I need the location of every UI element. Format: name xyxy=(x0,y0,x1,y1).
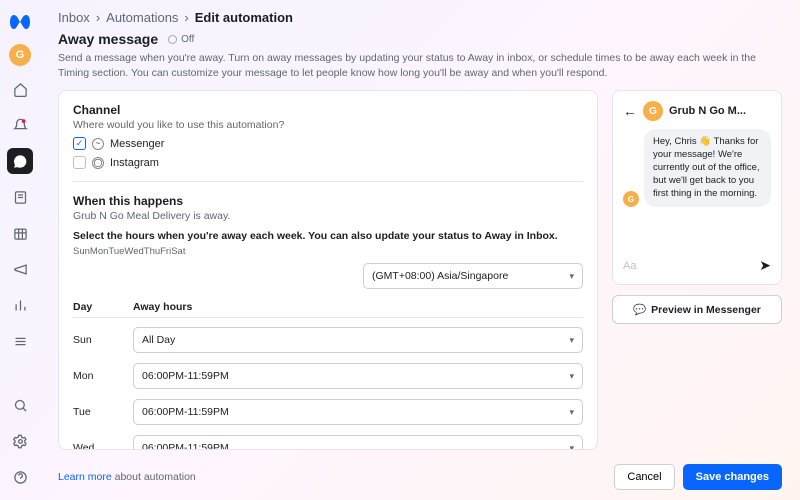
day-cell: Wed xyxy=(73,442,123,450)
preview-business-name: Grub N Go M... xyxy=(669,105,746,117)
message-preview: ← G Grub N Go M... G Hey, Chris 👋 Thanks… xyxy=(612,90,782,285)
col-day: Day xyxy=(73,301,123,313)
preview-avatar: G xyxy=(643,101,663,121)
page-title: Away message xyxy=(58,31,158,47)
cancel-button[interactable]: Cancel xyxy=(614,464,674,490)
weekday-abbrev-row: SunMonTueWedThuFriSat xyxy=(73,246,583,257)
preview-msg-avatar: G xyxy=(623,191,639,207)
learn-more-link[interactable]: Learn more xyxy=(58,471,112,483)
channel-instagram-label: Instagram xyxy=(110,157,159,169)
settings-panel: Channel Where would you like to use this… xyxy=(58,90,598,450)
preview-message-bubble: Hey, Chris 👋 Thanks for your message! We… xyxy=(644,129,771,207)
chevron-right-icon: › xyxy=(184,10,188,25)
day-cell: Sun xyxy=(73,334,123,346)
away-hours-select[interactable]: 06:00PM-11:59PM ▾ xyxy=(133,399,583,425)
chevron-down-icon: ▾ xyxy=(569,443,574,450)
away-hours-select[interactable]: 06:00PM-11:59PM ▾ xyxy=(133,363,583,389)
away-hours-value: 06:00PM-11:59PM xyxy=(142,442,229,450)
away-hours-value: All Day xyxy=(142,334,175,346)
breadcrumb: Inbox › Automations › Edit automation xyxy=(40,0,800,31)
radio-off-icon xyxy=(168,35,177,44)
meta-logo[interactable] xyxy=(8,10,32,34)
channel-messenger-label: Messenger xyxy=(110,138,164,150)
breadcrumb-inbox[interactable]: Inbox xyxy=(58,10,90,25)
status-toggle[interactable]: Off xyxy=(168,34,194,45)
nav-settings-icon[interactable] xyxy=(7,428,33,454)
breadcrumb-current: Edit automation xyxy=(195,10,293,25)
account-avatar[interactable]: G xyxy=(9,44,31,66)
compose-placeholder: Aa xyxy=(623,260,636,272)
messenger-icon: 💬 xyxy=(633,303,646,316)
chevron-down-icon: ▾ xyxy=(569,271,574,282)
nav-search-icon[interactable] xyxy=(7,392,33,418)
nav-calendar-icon[interactable] xyxy=(7,220,33,246)
breadcrumb-automations[interactable]: Automations xyxy=(106,10,178,25)
day-cell: Mon xyxy=(73,370,123,382)
nav-insights-icon[interactable] xyxy=(7,292,33,318)
table-row: Sun All Day ▾ xyxy=(73,322,583,358)
table-row: Wed 06:00PM-11:59PM ▾ xyxy=(73,430,583,450)
schedule-instruction: Select the hours when you're away each w… xyxy=(73,230,583,242)
channel-subtext: Where would you like to use this automat… xyxy=(73,119,583,131)
nav-help-icon[interactable] xyxy=(7,464,33,490)
nav-rail: G xyxy=(0,0,40,500)
instagram-icon: ◯ xyxy=(92,157,104,169)
when-subtext: Grub N Go Meal Delivery is away. xyxy=(73,210,583,222)
nav-menu-icon[interactable] xyxy=(7,328,33,354)
timezone-select[interactable]: (GMT+08:00) Asia/Singapore ▾ xyxy=(363,263,583,289)
nav-home-icon[interactable] xyxy=(7,76,33,102)
table-row: Tue 06:00PM-11:59PM ▾ xyxy=(73,394,583,430)
messenger-icon: ~ xyxy=(92,138,104,150)
save-button[interactable]: Save changes xyxy=(683,464,782,490)
table-row: Mon 06:00PM-11:59PM ▾ xyxy=(73,358,583,394)
away-hours-table: Day Away hours Sun All Day ▾ Mon 06:00PM-11:… xyxy=(73,297,583,450)
chevron-right-icon: › xyxy=(96,10,100,25)
away-hours-value: 06:00PM-11:59PM xyxy=(142,406,229,418)
checkbox-empty-icon xyxy=(73,156,86,169)
col-hours: Away hours xyxy=(133,301,192,313)
day-cell: Tue xyxy=(73,406,123,418)
preview-in-messenger-button[interactable]: 💬 Preview in Messenger xyxy=(612,295,782,324)
page-description: Send a message when you're away. Turn on… xyxy=(58,51,758,80)
page-header: Away message Off Send a message when you… xyxy=(40,31,800,90)
page-footer: Learn more about automation Cancel Save … xyxy=(40,458,800,500)
nav-ads-icon[interactable] xyxy=(7,256,33,282)
nav-inbox-icon[interactable] xyxy=(7,148,33,174)
away-hours-select[interactable]: All Day ▾ xyxy=(133,327,583,353)
checkmark-icon: ✓ xyxy=(73,137,86,150)
timezone-value: (GMT+08:00) Asia/Singapore xyxy=(372,270,508,282)
learn-more-text: Learn more about automation xyxy=(58,471,196,483)
channel-messenger-checkbox[interactable]: ✓ ~ Messenger xyxy=(73,137,583,150)
away-hours-value: 06:00PM-11:59PM xyxy=(142,370,229,382)
when-heading: When this happens xyxy=(73,194,583,208)
away-hours-select[interactable]: 06:00PM-11:59PM ▾ xyxy=(133,435,583,450)
chevron-down-icon: ▾ xyxy=(569,407,574,418)
status-label: Off xyxy=(181,34,194,45)
back-arrow-icon[interactable]: ← xyxy=(623,103,637,119)
channel-heading: Channel xyxy=(73,103,583,117)
send-icon: ➤ xyxy=(759,257,771,274)
chevron-down-icon: ▾ xyxy=(569,371,574,382)
channel-instagram-checkbox[interactable]: ◯ Instagram xyxy=(73,156,583,169)
chevron-down-icon: ▾ xyxy=(569,335,574,346)
nav-bell-icon[interactable] xyxy=(7,112,33,138)
nav-posts-icon[interactable] xyxy=(7,184,33,210)
preview-button-label: Preview in Messenger xyxy=(651,304,761,316)
